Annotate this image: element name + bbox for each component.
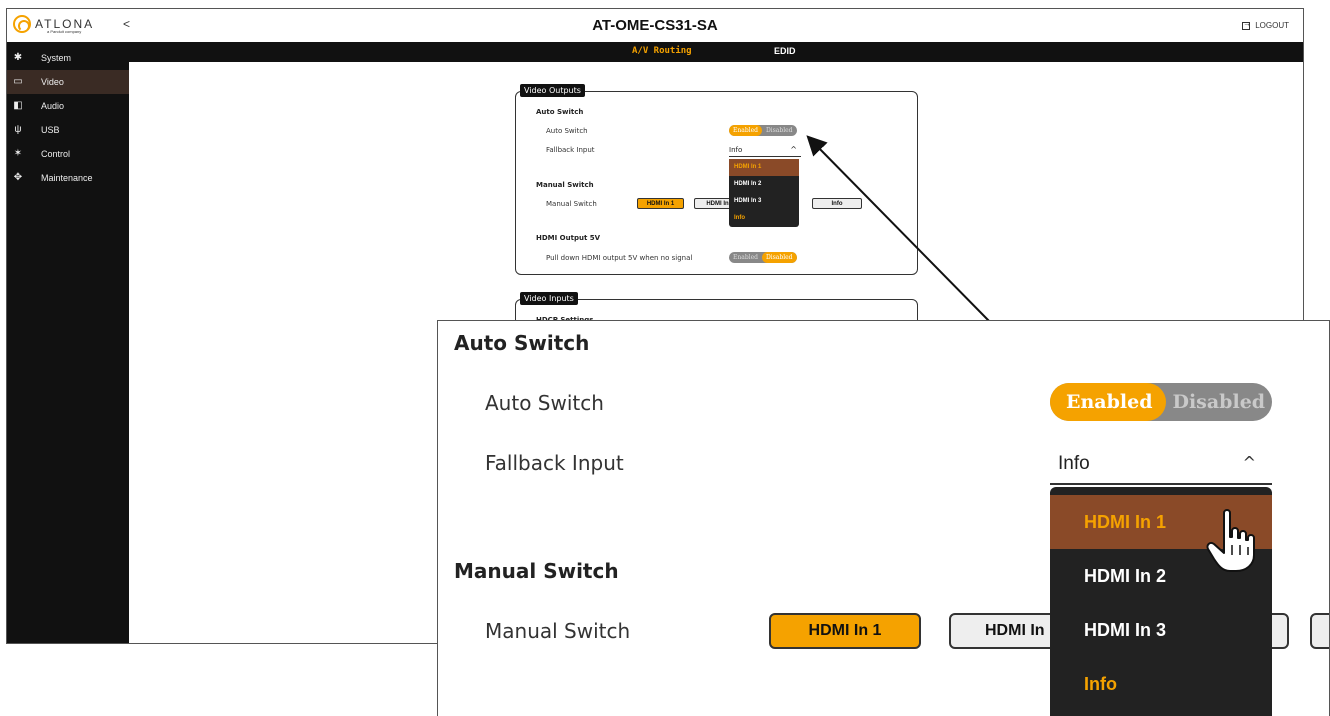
sidebar-item-maintenance[interactable]: ✥ Maintenance xyxy=(7,166,129,190)
sidebar-item-label: System xyxy=(41,53,72,63)
logout-icon xyxy=(1242,19,1251,30)
hdmi-5v-toggle[interactable]: Enabled Disabled xyxy=(729,252,797,263)
chevron-up-icon: ^ xyxy=(790,145,797,154)
zoom-toggle-disabled: Disabled xyxy=(1172,391,1266,413)
pointer-hand-icon xyxy=(1206,509,1255,572)
dropdown-option-hdmi-in-2[interactable]: HDMI In 2 xyxy=(729,176,799,193)
manual-hdmi-in-1-button[interactable]: HDMI In 1 xyxy=(637,198,684,209)
zoom-manual-switch-label: Manual Switch xyxy=(485,619,631,643)
toggle-disabled: Disabled xyxy=(765,127,793,134)
zoom-manual-switch-title: Manual Switch xyxy=(454,559,619,583)
zoom-fallback-input-select[interactable]: Info ^ xyxy=(1050,449,1272,485)
speaker-icon: ◧ xyxy=(13,100,23,111)
top-nav: A/V Routing EDID xyxy=(7,42,1303,62)
zoom-auto-switch-label: Auto Switch xyxy=(485,391,604,415)
top-bar: ATLONA a Panduit company < AT-OME-CS31-S… xyxy=(7,9,1303,42)
zoom-manual-hdmi-in-1-button[interactable]: HDMI In 1 xyxy=(769,613,921,649)
gear-icon: ✱ xyxy=(13,52,23,63)
auto-switch-section-title: Auto Switch xyxy=(536,108,584,116)
device-title: AT-OME-CS31-SA xyxy=(592,17,718,34)
zoom-callout: Auto Switch Auto Switch Enabled Disabled… xyxy=(437,320,1330,716)
sidebar-item-video[interactable]: ▭ Video xyxy=(7,70,129,94)
tab-edid[interactable]: EDID xyxy=(774,46,796,56)
manual-switch-label: Manual Switch xyxy=(546,200,597,208)
move-arrows-icon: ✥ xyxy=(13,172,23,183)
sidebar-item-label: Audio xyxy=(41,101,65,111)
sidebar-item-label: Control xyxy=(41,149,71,159)
hdmi-output-5v-title: HDMI Output 5V xyxy=(536,234,601,242)
tab-av-routing[interactable]: A/V Routing xyxy=(632,46,692,56)
sidebar-item-label: Video xyxy=(41,77,64,87)
sidebar-item-label: Maintenance xyxy=(41,173,93,183)
zoom-toggle-enabled: Enabled xyxy=(1050,383,1167,421)
zoom-fallback-input-value: Info xyxy=(1058,453,1090,474)
auto-switch-label: Auto Switch xyxy=(546,127,588,135)
toggle-enabled: Enabled xyxy=(733,254,758,261)
usb-icon: ψ xyxy=(14,124,22,135)
zoom-option-hdmi-in-3[interactable]: HDMI In 3 xyxy=(1050,603,1272,657)
sidebar-item-control[interactable]: ✶ Control xyxy=(7,142,129,166)
zoom-auto-switch-title: Auto Switch xyxy=(454,331,590,355)
chevron-up-icon: ^ xyxy=(1242,453,1256,472)
fallback-dropdown-menu: HDMI In 1 HDMI In 2 HDMI In 3 Info xyxy=(729,159,799,227)
zoom-auto-switch-toggle[interactable]: Enabled Disabled xyxy=(1050,383,1272,421)
monitor-icon: ▭ xyxy=(13,76,23,87)
toggle-enabled: Enabled xyxy=(729,125,762,136)
toggle-disabled: Disabled xyxy=(761,252,797,263)
dropdown-option-hdmi-in-1[interactable]: HDMI In 1 xyxy=(729,159,799,176)
sidebar-item-label: USB xyxy=(41,125,60,135)
fallback-input-label: Fallback Input xyxy=(546,146,595,154)
sidebar-item-system[interactable]: ✱ System xyxy=(7,46,129,70)
fallback-input-select[interactable]: Info ^ xyxy=(729,145,801,157)
video-outputs-tag: Video Outputs xyxy=(520,84,585,97)
network-icon: ✶ xyxy=(13,148,23,159)
sidebar-item-usb[interactable]: ψ USB xyxy=(7,118,129,142)
video-outputs-panel: Video Outputs Auto Switch Auto Switch En… xyxy=(515,84,918,275)
dropdown-option-info[interactable]: Info xyxy=(729,210,799,227)
fallback-input-value: Info xyxy=(729,146,743,154)
hdmi-5v-label: Pull down HDMI output 5V when no signal xyxy=(546,254,693,262)
dropdown-option-hdmi-in-3[interactable]: HDMI In 3 xyxy=(729,193,799,210)
logout-button[interactable]: LOGOUT xyxy=(1242,19,1289,30)
video-inputs-tag: Video Inputs xyxy=(520,292,578,305)
zoom-manual-info-button[interactable] xyxy=(1310,613,1329,649)
zoom-option-info[interactable]: Info xyxy=(1050,657,1272,711)
sidebar-item-audio[interactable]: ◧ Audio xyxy=(7,94,129,118)
logout-label: LOGOUT xyxy=(1255,21,1289,30)
manual-info-button[interactable]: Info xyxy=(812,198,862,209)
auto-switch-toggle[interactable]: Enabled Disabled xyxy=(729,125,797,136)
zoom-fallback-input-label: Fallback Input xyxy=(485,451,624,475)
manual-switch-section-title: Manual Switch xyxy=(536,181,594,189)
sidebar: ✱ System ▭ Video ◧ Audio ψ USB ✶ Control… xyxy=(7,42,129,643)
